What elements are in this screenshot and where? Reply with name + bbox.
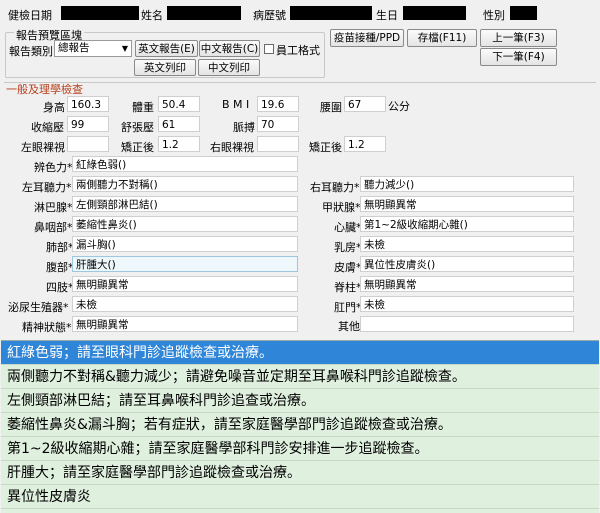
vaccine-button[interactable]: 疫苗接種/PPD (330, 29, 404, 47)
spine-label: 脊柱* (334, 281, 362, 294)
exam-date-label: 健檢日期 (8, 9, 52, 22)
employee-format-label: 員工格式 (276, 44, 320, 57)
waist-unit: 公分 (388, 100, 410, 113)
list-item[interactable]: 紅綠色弱；請至眼科門診追蹤檢查或治療。 (1, 341, 599, 365)
lung-field[interactable]: 漏斗胸() (72, 236, 298, 252)
left-bare-vision-field[interactable] (67, 136, 109, 152)
record-no-redacted (290, 6, 372, 20)
zh-print-button[interactable]: 中文列印 (198, 59, 260, 76)
birthday-label: 生日 (376, 9, 398, 22)
limbs-label: 四肢* (46, 281, 74, 294)
left-bare-vision-label: 左眼裸視 (21, 141, 65, 154)
birthday-redacted (403, 6, 466, 20)
employee-format-checkbox[interactable] (264, 44, 274, 54)
other-label: 其他 (338, 320, 360, 333)
nasopharynx-label: 鼻咽部* (34, 221, 73, 234)
waist-field[interactable]: 67 (344, 96, 386, 112)
heart-field[interactable]: 第1~2級收縮期心雜() (360, 216, 574, 232)
urogenital-field[interactable]: 未檢 (72, 296, 298, 312)
report-type-select[interactable]: 總報告 ▼ (54, 40, 132, 57)
list-item[interactable]: 兩側聽力不對稱&聽力減少；請避免噪音並定期至耳鼻喉科門診追蹤檢查。 (1, 365, 599, 389)
weight-field[interactable]: 50.4 (158, 96, 200, 112)
gender-redacted (510, 6, 537, 20)
section-title: 一般及理學檢查 (6, 83, 83, 96)
bmi-field[interactable]: 19.6 (257, 96, 299, 112)
list-item[interactable]: 肝腫大；請至家庭醫學部門診追蹤檢查或治療。 (1, 461, 599, 485)
en-print-button[interactable]: 英文列印 (134, 59, 196, 76)
pulse-label: 脈搏 (233, 121, 255, 134)
list-item[interactable]: 第1~2級收縮期心雜；請至家庭醫學部科門診安排進一步追蹤檢查。 (1, 437, 599, 461)
thyroid-field[interactable]: 無明顯異常 (360, 196, 574, 212)
report-type-label: 報告類別 (9, 45, 53, 58)
spine-field[interactable]: 無明顯異常 (360, 276, 574, 292)
right-ear-field[interactable]: 聽力減少() (360, 176, 574, 192)
limbs-field[interactable]: 無明顯異常 (72, 276, 298, 292)
other-field[interactable] (360, 316, 574, 332)
left-corrected-label: 矯正後 (121, 141, 154, 154)
pulse-field[interactable]: 70 (257, 116, 299, 132)
zh-report-button[interactable]: 中文報告(C) (199, 40, 260, 57)
systolic-field[interactable]: 99 (67, 116, 109, 132)
save-button[interactable]: 存檔(F11) (407, 29, 477, 47)
right-corrected-label: 矯正後 (309, 141, 342, 154)
findings-list[interactable]: 紅綠色弱；請至眼科門診追蹤檢查或治療。 兩側聽力不對稱&聽力減少；請避免噪音並定… (1, 340, 599, 513)
prev-record-button[interactable]: 上一筆(F3) (480, 29, 557, 47)
anus-label: 肛門* (334, 301, 362, 314)
breast-label: 乳房* (334, 241, 362, 254)
lymph-label: 淋巴腺* (34, 201, 73, 214)
record-no-label: 病歷號 (253, 9, 286, 22)
lymph-field[interactable]: 左側頸部淋巴結() (72, 196, 298, 212)
mental-state-field[interactable]: 無明顯異常 (72, 316, 298, 332)
breast-field[interactable]: 未檢 (360, 236, 574, 252)
urogenital-label: 泌尿生殖器* (8, 301, 69, 314)
report-type-value: 總報告 (58, 42, 90, 54)
name-label: 姓名 (141, 9, 163, 22)
next-record-button[interactable]: 下一筆(F4) (480, 48, 557, 66)
nasopharynx-field[interactable]: 萎縮性鼻炎() (72, 216, 298, 232)
right-bare-vision-label: 右眼裸視 (210, 141, 254, 154)
left-corrected-field[interactable]: 1.2 (158, 136, 200, 152)
exam-date-redacted (61, 6, 139, 20)
skin-field[interactable]: 異位性皮膚炎() (360, 256, 574, 272)
right-bare-vision-field[interactable] (257, 136, 299, 152)
list-item[interactable]: 左側頸部淋巴結；請至耳鼻喉科門診追查或治療。 (1, 389, 599, 413)
diastolic-label: 舒張壓 (121, 121, 154, 134)
list-item[interactable]: 異位性皮膚炎 (1, 485, 599, 509)
height-field[interactable]: 160.3 (67, 96, 109, 112)
section-separator (4, 82, 596, 83)
bmi-label: B M I (222, 98, 250, 111)
heart-label: 心臟* (334, 221, 362, 234)
list-item[interactable]: 萎縮性鼻炎&漏斗胸；若有症狀，請至家庭醫學部門診追蹤檢查或治療。 (1, 413, 599, 437)
abdomen-label: 腹部* (46, 261, 74, 274)
abdomen-field[interactable]: 肝腫大() (72, 256, 298, 272)
en-report-button[interactable]: 英文報告(E) (135, 40, 198, 57)
systolic-label: 收縮壓 (31, 121, 64, 134)
right-ear-label: 右耳聽力* (310, 181, 360, 194)
chevron-down-icon: ▼ (121, 44, 128, 53)
weight-label: 體重 (132, 101, 154, 114)
left-ear-label: 左耳聽力* (22, 181, 72, 194)
thyroid-label: 甲狀腺* (322, 201, 361, 214)
gender-label: 性別 (483, 9, 505, 22)
color-vision-label: 辨色力* (34, 161, 73, 174)
name-redacted (167, 6, 241, 20)
anus-field[interactable]: 未檢 (360, 296, 574, 312)
mental-state-label: 精神狀態* (22, 321, 72, 334)
diastolic-field[interactable]: 61 (158, 116, 200, 132)
lung-label: 肺部* (46, 241, 74, 254)
waist-label: 腰圍 (320, 101, 342, 114)
height-label: 身高 (43, 101, 65, 114)
color-vision-field[interactable]: 紅綠色弱() (72, 156, 298, 172)
skin-label: 皮膚* (334, 261, 362, 274)
right-corrected-field[interactable]: 1.2 (344, 136, 386, 152)
left-ear-field[interactable]: 兩側聽力不對稱() (72, 176, 298, 192)
